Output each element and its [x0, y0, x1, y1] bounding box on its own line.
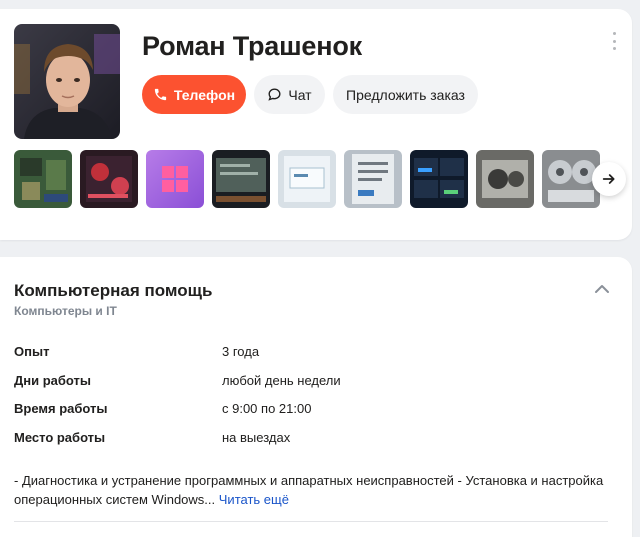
gallery-photo[interactable]: [212, 150, 270, 208]
more-vertical-icon[interactable]: [606, 30, 622, 52]
phone-button[interactable]: Телефон: [142, 75, 246, 114]
gallery-photo[interactable]: [344, 150, 402, 208]
service-category: Компьютеры и IT: [14, 304, 117, 318]
gallery-photo[interactable]: [14, 150, 72, 208]
detail-label: Опыт: [14, 344, 50, 359]
detail-label: Время работы: [14, 401, 108, 416]
phone-button-label: Телефон: [173, 86, 236, 103]
chat-bubble-icon: [268, 88, 281, 101]
detail-value: любой день недели: [222, 373, 341, 388]
profile-name: Роман Трашенок: [142, 31, 362, 61]
photo-gallery: [14, 150, 614, 208]
service-description: - Диагностика и устранение программных и…: [14, 471, 604, 509]
detail-label: Место работы: [14, 430, 106, 445]
gallery-next-button[interactable]: [592, 162, 626, 196]
description-text: - Диагностика и устранение программных и…: [14, 473, 604, 507]
read-more-link[interactable]: Читать ещё: [219, 492, 289, 507]
phone-icon: [154, 88, 167, 101]
detail-label: Дни работы: [14, 373, 92, 388]
detail-value: с 9:00 по 21:00: [222, 401, 312, 416]
offer-order-button-label: Предложить заказ: [346, 86, 465, 103]
gallery-photo[interactable]: [476, 150, 534, 208]
detail-value: 3 года: [222, 344, 260, 359]
service-title: Компьютерная помощь: [14, 281, 213, 300]
avatar[interactable]: [14, 24, 120, 139]
gallery-photo[interactable]: [80, 150, 138, 208]
chat-button[interactable]: Чат: [254, 75, 325, 114]
detail-value: на выездах: [222, 430, 291, 445]
divider: [14, 521, 608, 522]
chat-button-label: Чат: [288, 86, 312, 103]
gallery-photo[interactable]: [410, 150, 468, 208]
gallery-photo[interactable]: [278, 150, 336, 208]
arrow-right-icon: [602, 174, 615, 184]
chevron-up-icon[interactable]: [593, 282, 611, 296]
offer-order-button[interactable]: Предложить заказ: [333, 75, 478, 114]
gallery-photo[interactable]: [146, 150, 204, 208]
